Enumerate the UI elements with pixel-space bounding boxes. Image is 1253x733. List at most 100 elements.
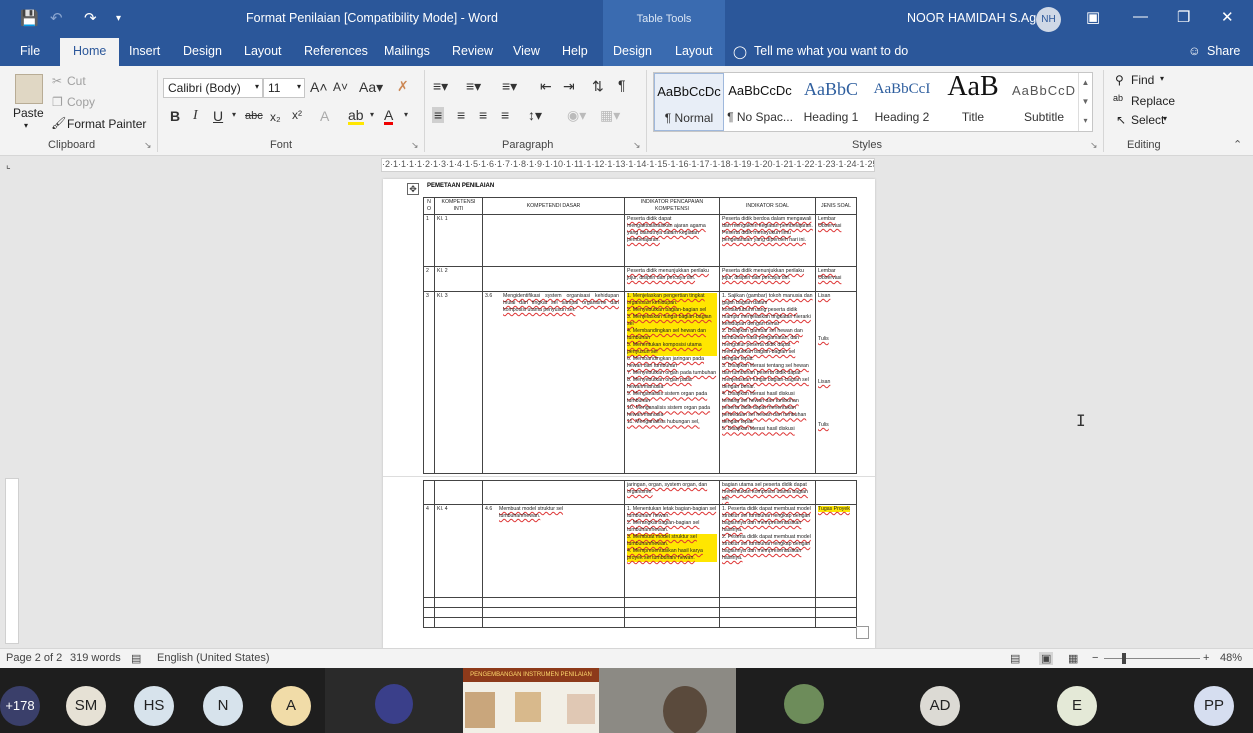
underline-icon[interactable]: U — [213, 108, 223, 124]
shading-icon[interactable]: ◉▾ — [567, 107, 586, 124]
style-title[interactable]: AaB Title — [938, 71, 1008, 131]
empty-cell[interactable] — [815, 607, 857, 619]
line-spacing-icon[interactable]: ↕▾ — [528, 107, 542, 124]
word-count[interactable]: 319 words — [70, 652, 121, 664]
cell-ipk[interactable]: Peserta didik dapat mengaktualisasikan a… — [624, 214, 720, 268]
horizontal-ruler[interactable]: ·2·1·1·1·1·2·1·3·1·4·1·5·1·6·1·7·1·8·1·9… — [381, 158, 875, 172]
cell-ki[interactable]: KI. 2 — [434, 266, 483, 293]
table-row[interactable] — [423, 607, 857, 619]
align-left-icon[interactable]: ≡ — [432, 107, 445, 123]
tell-me-input[interactable]: Tell me what you want to do — [754, 44, 908, 58]
zoom-in-icon[interactable]: + — [1203, 652, 1209, 664]
cell-jenis[interactable]: Lembar Observasi — [815, 266, 857, 293]
style-heading-2[interactable]: AaBbCcI Heading 2 — [867, 73, 937, 131]
tab-table-layout[interactable]: Layout — [661, 38, 725, 66]
participant-video-tile[interactable] — [599, 668, 736, 733]
replace-icon[interactable]: ab — [1113, 93, 1123, 103]
print-layout-icon[interactable]: ▣ — [1039, 652, 1054, 665]
cell-no[interactable]: 3 — [423, 291, 435, 475]
shrink-font-icon[interactable]: A˅ — [333, 80, 348, 94]
restore-icon[interactable]: ❐ — [1177, 8, 1190, 26]
empty-cell[interactable] — [624, 597, 720, 609]
empty-cell[interactable] — [815, 597, 857, 609]
save-icon[interactable]: 💾 — [20, 9, 39, 27]
cell-soal[interactable]: bagian utama sel peserta didik dapat men… — [719, 479, 816, 506]
cell-jenis[interactable] — [815, 479, 857, 506]
tab-table-design[interactable]: Design — [603, 38, 661, 66]
select-dropdown-icon[interactable]: ▾ — [1163, 114, 1167, 123]
paste-icon[interactable] — [15, 74, 43, 104]
grow-font-icon[interactable]: A˄ — [310, 79, 328, 95]
participant-avatar[interactable]: A — [271, 686, 311, 726]
font-size-combo[interactable]: 11 ▾ — [263, 78, 305, 98]
font-launcher-icon[interactable]: ↘ — [411, 140, 419, 151]
multilevel-list-icon[interactable]: ≡▾ — [502, 78, 517, 95]
tab-references[interactable]: References — [304, 44, 368, 58]
empty-cell[interactable] — [719, 607, 816, 619]
style-subtitle[interactable]: AaBbCcD Subtitle — [1009, 73, 1079, 131]
customize-qat-icon[interactable]: ▾ — [116, 13, 121, 24]
zoom-out-icon[interactable]: − — [1092, 652, 1098, 664]
clear-formatting-icon[interactable]: ✗ — [397, 78, 409, 95]
highlight-dropdown-icon[interactable]: ▾ — [370, 110, 374, 119]
participant-avatar[interactable]: N — [203, 686, 243, 726]
participant-avatar-photo[interactable] — [784, 684, 824, 724]
shared-screen-tile[interactable]: PENGEMBANGAN INSTRUMEN PENILAIAN — [463, 668, 599, 733]
language-indicator[interactable]: English (United States) — [157, 652, 270, 664]
empty-cell[interactable] — [423, 607, 435, 619]
tab-design[interactable]: Design — [183, 44, 222, 58]
participant-avatar[interactable]: SM — [66, 686, 106, 726]
paste-dropdown-icon[interactable]: ▾ — [24, 121, 28, 130]
share-icon[interactable]: ☺ — [1188, 44, 1201, 58]
cell-jenis[interactable]: Lembar Observasi — [815, 214, 857, 268]
cell-kd[interactable] — [482, 479, 625, 506]
participant-avatar[interactable]: AD — [920, 686, 960, 726]
collapse-ribbon-icon[interactable]: ⌃ — [1233, 138, 1242, 151]
participant-avatar[interactable]: PP — [1194, 686, 1234, 726]
select-button[interactable]: Select — [1131, 113, 1164, 127]
table-row[interactable] — [423, 597, 857, 609]
empty-cell[interactable] — [434, 617, 483, 629]
tab-home[interactable]: Home — [60, 38, 120, 66]
styles-launcher-icon[interactable]: ↘ — [1090, 140, 1098, 151]
cell-ki[interactable]: KI. 1 — [434, 214, 483, 268]
cell-ki[interactable]: KI. 3 — [434, 291, 483, 475]
cell-jenis[interactable]: Tugas Proyek — [815, 504, 857, 599]
more-participants-badge[interactable]: +178 — [0, 686, 40, 726]
tab-layout[interactable]: Layout — [244, 44, 282, 58]
styles-scroll[interactable]: ▲ ▼ ▾ — [1078, 73, 1092, 131]
document-page[interactable]: ✥ PEMETAAN PENILAIAN N O KOMPETENSI INTI… — [383, 179, 875, 649]
find-dropdown-icon[interactable]: ▾ — [1160, 74, 1164, 83]
empty-cell[interactable] — [434, 597, 483, 609]
show-formatting-icon[interactable]: ¶ — [618, 77, 626, 93]
style-heading-1[interactable]: AaBbC Heading 1 — [796, 73, 866, 131]
tab-insert[interactable]: Insert — [129, 44, 160, 58]
empty-cell[interactable] — [719, 597, 816, 609]
cell-soal[interactable]: 1. Sajikan (gambar) tokoh manusia dan ga… — [719, 291, 816, 475]
empty-cell[interactable] — [719, 617, 816, 629]
zoom-slider[interactable] — [1104, 658, 1200, 659]
share-button[interactable]: Share — [1207, 44, 1240, 58]
highlight-icon[interactable]: ab — [348, 108, 364, 125]
tab-view[interactable]: View — [513, 44, 540, 58]
align-center-icon[interactable]: ≡ — [457, 107, 465, 123]
table-row[interactable]: 4 KI. 4 4.6 Membuat model struktur sel tu… — [423, 504, 857, 599]
web-layout-icon[interactable]: ▦ — [1068, 652, 1078, 665]
empty-cell[interactable] — [482, 597, 625, 609]
cell-kd[interactable] — [482, 214, 625, 268]
bullets-icon[interactable]: ≡▾ — [433, 78, 448, 95]
find-icon[interactable]: ⚲ — [1115, 73, 1124, 87]
format-painter-button[interactable]: Format Painter — [67, 117, 146, 131]
underline-dropdown-icon[interactable]: ▾ — [232, 110, 236, 119]
paragraph-launcher-icon[interactable]: ↘ — [633, 140, 641, 151]
cell-kd[interactable]: 3.6 Mengidentifikasi system organisasi ke… — [482, 291, 625, 475]
cut-icon[interactable]: ✂ — [52, 74, 62, 88]
table-row[interactable]: 1 KI. 1 Peserta didik dapat mengaktualis… — [423, 214, 857, 268]
table-row[interactable] — [423, 617, 857, 629]
cell-ipk[interactable]: 1. Menentukan letak bagian-bagian sel tu… — [624, 504, 720, 599]
tab-selector-icon[interactable]: ⌞ — [6, 160, 11, 171]
undo-icon[interactable]: ↶ — [50, 9, 63, 27]
cell-ipk[interactable]: Peserta didik menunjukkan perilaku jujur… — [624, 266, 720, 293]
minimize-icon[interactable]: — — [1133, 8, 1148, 25]
style-normal[interactable]: AaBbCcDc ¶ Normal — [654, 73, 724, 131]
